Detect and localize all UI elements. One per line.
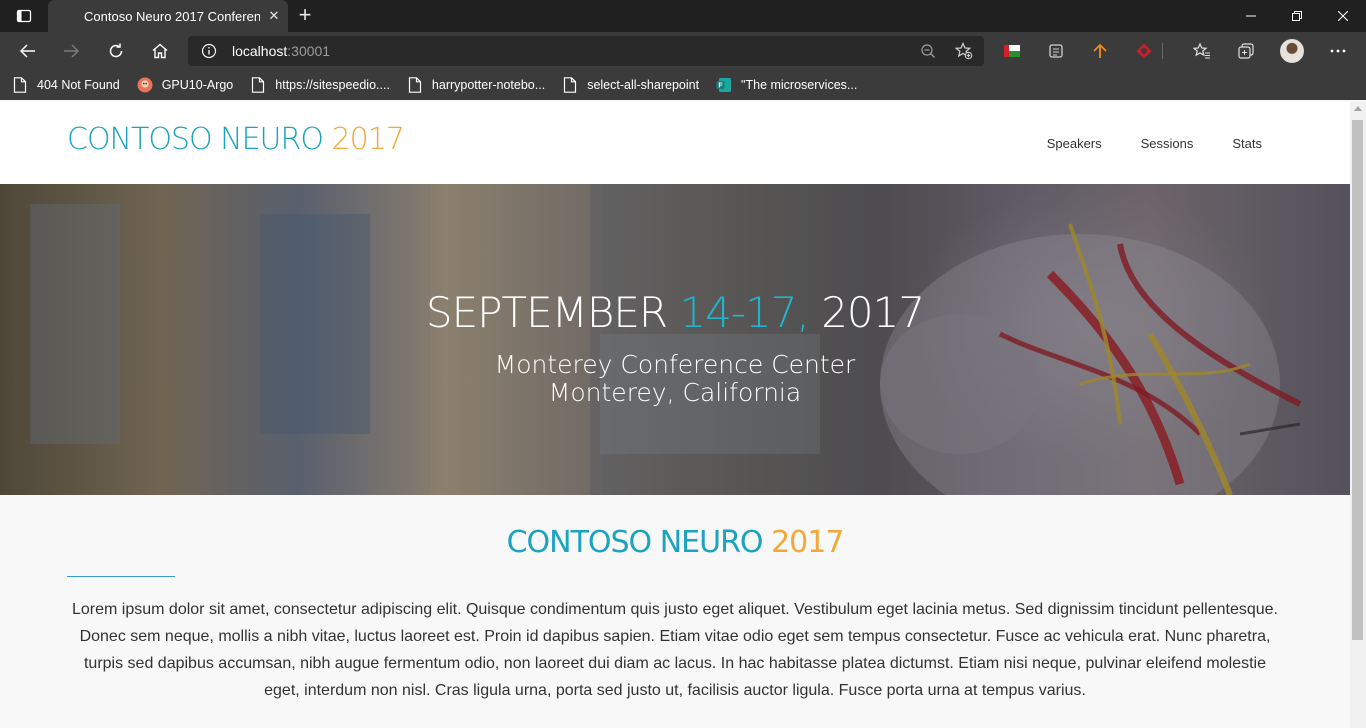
- url-host: localhost: [232, 43, 288, 59]
- forward-arrow-icon: [64, 44, 80, 58]
- venue-name: Monterey Conference Center: [494, 350, 856, 379]
- bookmark-label: harrypotter-notebo...: [431, 78, 546, 92]
- add-favorite-icon[interactable]: [950, 39, 978, 63]
- window-controls: [1228, 0, 1366, 32]
- bookmark-label: 404 Not Found: [37, 78, 120, 92]
- upload-arrow-icon: [1093, 43, 1107, 58]
- collections-icon: [1238, 43, 1254, 59]
- hero-banner: SEPTEMBER 14-17, 2017 Monterey Conferenc…: [0, 184, 1350, 495]
- page-icon: [407, 77, 423, 93]
- page-icon: [250, 77, 266, 93]
- url-port: :30001: [287, 43, 331, 59]
- about-title: CONTOSO NEURO 2017: [0, 525, 1350, 560]
- refresh-button[interactable]: [101, 36, 131, 66]
- nav-sessions[interactable]: Sessions: [1141, 136, 1194, 151]
- forms-icon: F: [716, 77, 732, 93]
- extension-reader-button[interactable]: [1041, 36, 1071, 66]
- hero-overlay: [0, 184, 1350, 495]
- bookmark-item[interactable]: select-all-sharepoint: [562, 77, 699, 93]
- bookmarks-bar: 404 Not Found GPU10-Argo https://sitespeed…: [0, 70, 1366, 100]
- scrollbar-thumb[interactable]: [1352, 120, 1363, 640]
- venue-city: Monterey, California: [548, 378, 802, 407]
- back-button[interactable]: [13, 36, 43, 66]
- extension-upload-button[interactable]: [1085, 36, 1115, 66]
- bookmark-item[interactable]: GPU10-Argo: [137, 77, 234, 93]
- browser-titlebar: Contoso Neuro 2017 Conference ✕ +: [0, 0, 1366, 32]
- web-page: CONTOSO NEURO 2017 Speakers Sessions Sta…: [0, 102, 1350, 728]
- zoom-out-icon[interactable]: [914, 39, 942, 63]
- main-nav: Speakers Sessions Stats: [1047, 136, 1262, 151]
- close-icon: [1338, 11, 1348, 21]
- event-date: SEPTEMBER 14-17, 2017: [0, 288, 1350, 337]
- favorites-button[interactable]: [1187, 36, 1217, 66]
- logo-year: 2017: [331, 122, 404, 157]
- extension-red-icon: [1136, 43, 1152, 59]
- back-arrow-icon: [19, 44, 35, 58]
- site-header: CONTOSO NEURO 2017 Speakers Sessions Sta…: [0, 102, 1350, 184]
- favorites-icon: [1193, 42, 1210, 59]
- url-text[interactable]: localhost:30001: [232, 43, 330, 59]
- bookmark-label: https://sitespeedio....: [275, 78, 390, 92]
- new-tab-button[interactable]: +: [292, 4, 318, 28]
- argo-icon: [137, 77, 153, 93]
- address-bar-actions: [914, 39, 978, 63]
- date-year: 2017: [821, 288, 925, 337]
- bookmark-item[interactable]: harrypotter-notebo...: [407, 77, 545, 93]
- avatar: [1280, 39, 1304, 63]
- event-venue: Monterey Conference Center Monterey, Cal…: [0, 351, 1350, 407]
- about-title-name: CONTOSO NEURO: [506, 525, 772, 560]
- more-options-icon: [1330, 49, 1346, 53]
- tab-actions-button[interactable]: [8, 6, 40, 26]
- page-scrollbar[interactable]: [1350, 102, 1366, 728]
- scroll-up-icon[interactable]: [1354, 106, 1362, 111]
- section-divider: [67, 576, 175, 577]
- extension-red-button[interactable]: [1129, 36, 1159, 66]
- close-window-button[interactable]: [1320, 0, 1366, 32]
- toolbar-separator: [1157, 36, 1167, 66]
- bookmark-label: GPU10-Argo: [161, 78, 234, 92]
- extension-flag-button[interactable]: [997, 36, 1027, 66]
- home-icon: [152, 43, 168, 59]
- forward-button[interactable]: [56, 36, 86, 66]
- profile-button[interactable]: [1277, 36, 1307, 66]
- extension-flag-icon: [1004, 45, 1020, 57]
- refresh-icon: [109, 43, 123, 58]
- page-icon: [12, 77, 28, 93]
- home-button[interactable]: [145, 36, 175, 66]
- site-info-icon[interactable]: [200, 42, 218, 60]
- restore-icon: [1292, 11, 1302, 21]
- restore-button[interactable]: [1274, 0, 1320, 32]
- date-days: 14-17,: [679, 288, 822, 337]
- nav-stats[interactable]: Stats: [1232, 136, 1262, 151]
- tab-actions-icon: [16, 9, 32, 23]
- extension-reader-icon: [1049, 44, 1063, 58]
- about-title-year: 2017: [771, 525, 844, 560]
- bookmark-item[interactable]: https://sitespeedio....: [250, 77, 390, 93]
- bookmark-label: select-all-sharepoint: [587, 78, 700, 92]
- date-month: SEPTEMBER: [425, 288, 680, 337]
- svg-text:F: F: [718, 83, 723, 90]
- bookmark-item[interactable]: 404 Not Found: [12, 77, 120, 93]
- site-logo[interactable]: CONTOSO NEURO 2017: [67, 122, 405, 157]
- minimize-button[interactable]: [1228, 0, 1274, 32]
- minimize-icon: [1246, 15, 1256, 17]
- tab-title: Contoso Neuro 2017 Conference: [84, 8, 260, 24]
- collections-button[interactable]: [1231, 36, 1261, 66]
- browser-tab-active[interactable]: Contoso Neuro 2017 Conference ✕: [48, 0, 288, 32]
- tab-close-icon[interactable]: ✕: [260, 8, 288, 24]
- bookmark-label: "The microservices...: [741, 78, 858, 92]
- settings-menu-button[interactable]: [1323, 36, 1353, 66]
- nav-speakers[interactable]: Speakers: [1047, 136, 1102, 151]
- bookmark-item[interactable]: F "The microservices...: [716, 77, 857, 93]
- logo-name: CONTOSO NEURO: [67, 122, 332, 157]
- page-icon: [562, 77, 578, 93]
- about-body-text: Lorem ipsum dolor sit amet, consectetur …: [72, 601, 1278, 699]
- browser-toolbar: localhost:30001: [0, 32, 1366, 70]
- address-bar[interactable]: localhost:30001: [188, 36, 984, 66]
